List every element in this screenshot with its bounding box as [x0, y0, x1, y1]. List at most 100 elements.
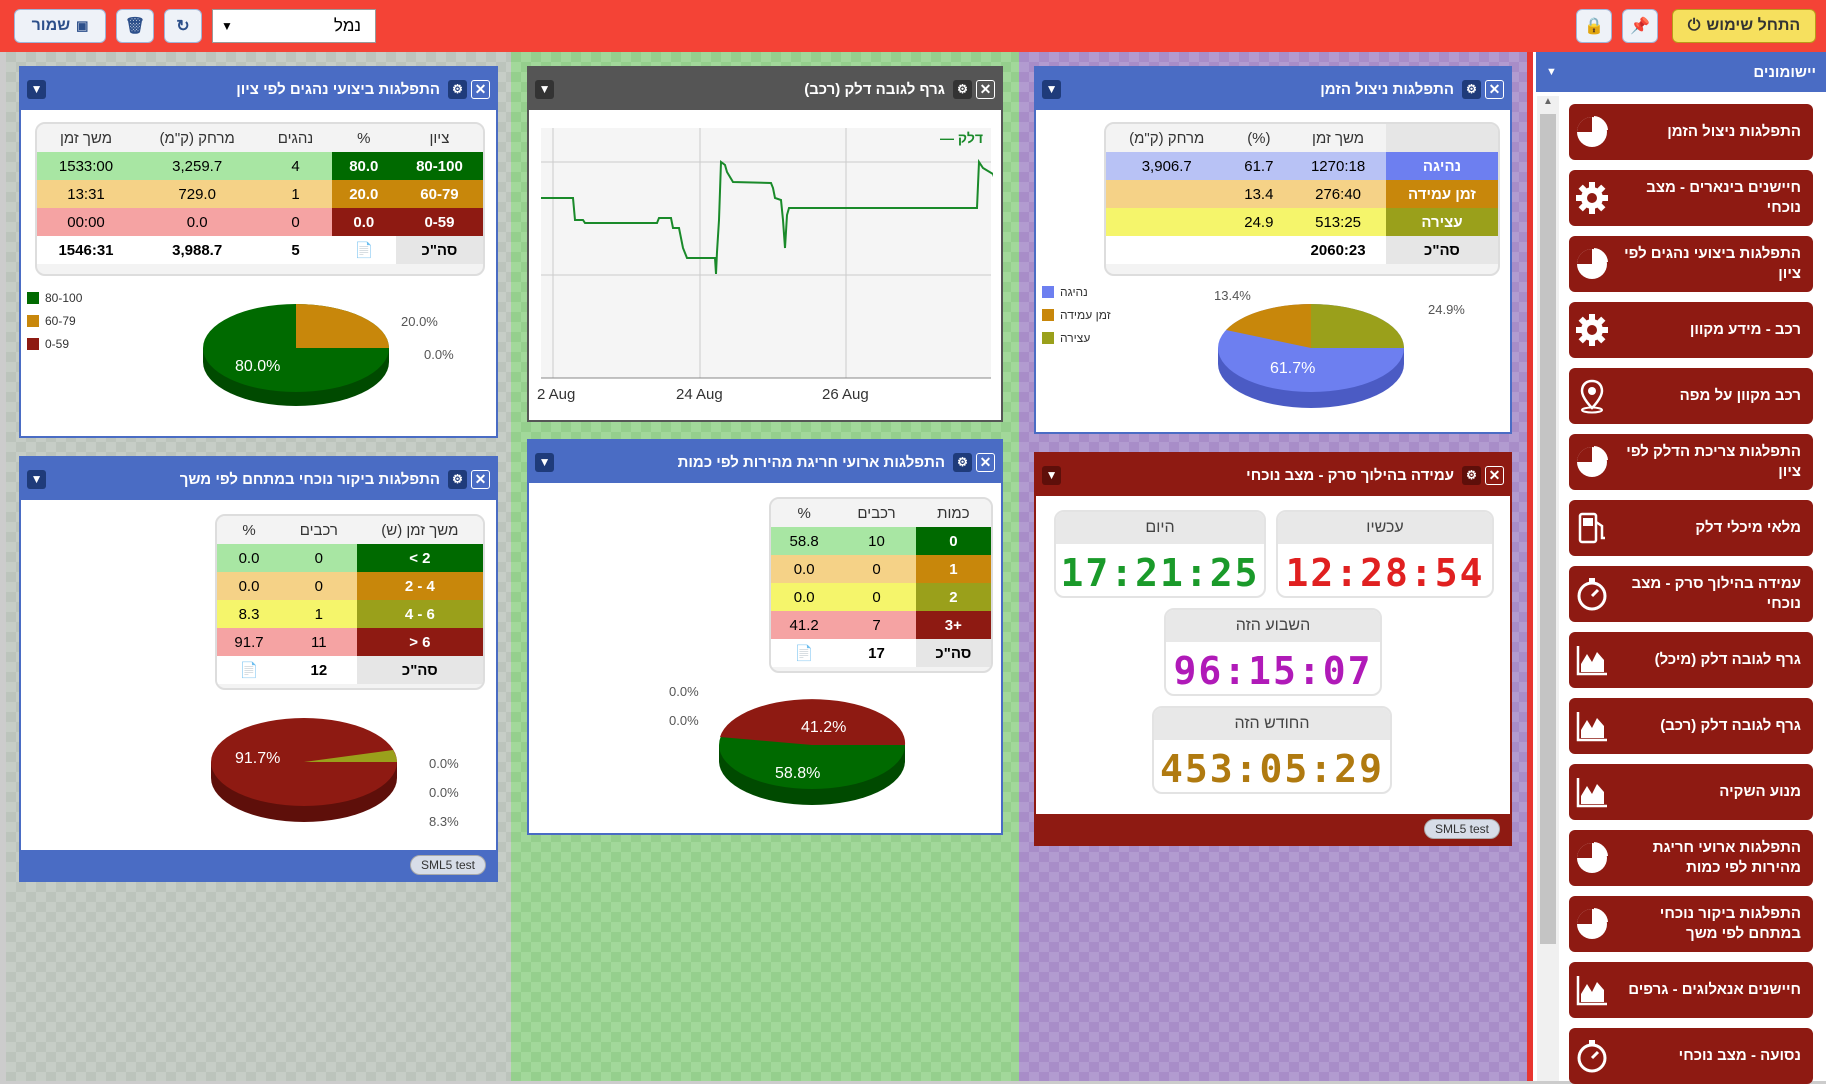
app-button[interactable]: התפלגות ביצועי נהגים לפי ציון: [1569, 236, 1813, 292]
gear-icon[interactable]: ⚙: [953, 452, 972, 472]
cell: 5: [259, 236, 332, 264]
delete-button[interactable]: 🗑: [116, 9, 154, 43]
clock-label: השבוע הזה: [1166, 610, 1380, 642]
cell: 276:40: [1290, 180, 1386, 208]
chevron-down-icon[interactable]: ▼: [1042, 79, 1061, 99]
app-button[interactable]: עמידה בהילוך סרק - מצב נוכחי: [1569, 566, 1813, 622]
cell: 0.0: [771, 583, 838, 611]
app-button[interactable]: מלאי מיכלי דלק: [1569, 500, 1813, 556]
refresh-button[interactable]: ↻: [164, 9, 202, 43]
cell: נהיגה: [1385, 152, 1498, 180]
close-icon[interactable]: ✕: [1485, 465, 1504, 485]
start-use-label: התחל שימוש: [1706, 17, 1801, 34]
cell: 61.7: [1227, 152, 1291, 180]
cell: עצירה: [1385, 208, 1498, 236]
cell: 0.0: [771, 555, 838, 583]
pie-label: 8.3%: [429, 814, 459, 829]
pie-chart-icon: [1569, 901, 1615, 947]
time-table: משך זמן (%) מרחק (ק"מ) נהיגה 1270:18 61.…: [1104, 122, 1500, 276]
report-icon[interactable]: 📄: [217, 656, 281, 684]
cell: 0.0: [331, 208, 396, 236]
start-use-button[interactable]: ⏻ התחל שימוש: [1672, 9, 1816, 43]
app-button[interactable]: התפלגות ביקור נוכחי במתחם לפי משך: [1569, 896, 1813, 952]
area-chart-icon: [1569, 637, 1615, 683]
report-icon[interactable]: 📄: [331, 236, 396, 264]
widget-footer: SML5 test: [21, 850, 496, 880]
gear-icon[interactable]: ⚙: [1462, 465, 1481, 485]
cell: 0: [281, 544, 357, 572]
column-header: %: [331, 124, 396, 152]
gear-icon[interactable]: ⚙: [1462, 79, 1481, 99]
app-button[interactable]: התפלגות צריכת הדלק לפי ציון: [1569, 434, 1813, 490]
app-button[interactable]: גרף לגובה דלק (מיכל): [1569, 632, 1813, 688]
cell: 80-100: [395, 152, 483, 180]
app-button[interactable]: מנוע השקיה: [1569, 764, 1813, 820]
time-pie-chart: [1218, 303, 1404, 408]
close-icon[interactable]: ✕: [976, 79, 995, 99]
cell: 13:31: [37, 180, 136, 208]
scroll-up-arrow[interactable]: ▲: [1537, 96, 1559, 112]
speeding-pie-chart: [719, 699, 906, 805]
cell: [1227, 236, 1291, 264]
cell: 729.0: [135, 180, 260, 208]
profile-select[interactable]: ▼ נמל: [212, 9, 376, 43]
save-label: שמור: [31, 17, 71, 34]
pie-label: 61.7%: [1270, 360, 1316, 377]
app-button[interactable]: רכב מקוון על מפה: [1569, 368, 1813, 424]
apps-scrollbar[interactable]: ▲: [1537, 96, 1559, 1081]
table-row: 80-100 80.0 4 3,259.7 1533:00: [37, 152, 483, 180]
widget-title: גרף לגובה דלק (רכב): [804, 80, 945, 98]
cell: [1106, 208, 1228, 236]
apps-panel-header[interactable]: יישומונים ▼: [1536, 52, 1826, 92]
cell: 0: [259, 208, 332, 236]
chevron-down-icon[interactable]: ▼: [27, 469, 46, 489]
pie-chart-icon: [1569, 439, 1615, 485]
report-icon[interactable]: 📄: [771, 639, 838, 667]
close-icon[interactable]: ✕: [471, 79, 490, 99]
widget-header: ✕ ⚙ עמידה בהילוך סרק - מצב נוכחי ▼: [1036, 454, 1510, 496]
pie-label: 24.9%: [1428, 302, 1465, 317]
chevron-down-icon: ▼: [221, 19, 233, 33]
app-button-label: רכב - מידע מקוון: [1689, 321, 1801, 338]
cell: 0.0: [135, 208, 260, 236]
total-row: סה"כ 17 📄: [771, 639, 991, 667]
legend-item: 80-100: [27, 286, 82, 309]
pie-label: 0.0%: [429, 756, 459, 771]
app-button[interactable]: חיישנים בינארים - מצב נוכחי: [1569, 170, 1813, 226]
cell: [1106, 236, 1228, 264]
pie-label: 0.0%: [669, 713, 699, 728]
chevron-down-icon[interactable]: ▼: [27, 79, 46, 99]
app-button[interactable]: התפלגות ניצול הזמן: [1569, 104, 1813, 160]
pin-button[interactable]: 📌: [1622, 9, 1658, 43]
save-button[interactable]: שמור ▣: [14, 9, 106, 43]
pie-label: 0.0%: [669, 684, 699, 699]
cell: 91.7: [217, 628, 281, 656]
cell: 00:00: [37, 208, 136, 236]
pie-chart-icon: [1569, 109, 1615, 155]
close-icon[interactable]: ✕: [471, 469, 490, 489]
chevron-down-icon[interactable]: ▼: [535, 79, 554, 99]
clock-month: החודש הזה 453:05:29: [1152, 706, 1392, 794]
table-row: 6 - 4 1 8.3: [217, 600, 483, 628]
close-icon[interactable]: ✕: [976, 452, 995, 472]
gear-icon[interactable]: ⚙: [448, 469, 467, 489]
app-button-label: גרף לגובה דלק (מיכל): [1654, 651, 1801, 668]
cell: 0: [915, 527, 991, 555]
app-button[interactable]: חיישנים אנאלוגים - גרפים: [1569, 962, 1813, 1018]
chevron-down-icon[interactable]: ▼: [1042, 465, 1061, 485]
app-button[interactable]: גרף לגובה דלק (רכב): [1569, 698, 1813, 754]
lock-button[interactable]: 🔒: [1576, 9, 1612, 43]
cell: 8.3: [217, 600, 281, 628]
gear-icon[interactable]: ⚙: [448, 79, 467, 99]
close-icon[interactable]: ✕: [1485, 79, 1504, 99]
widget-title: התפלגות ביצועי נהגים לפי ציון: [236, 80, 440, 98]
cell: 1533:00: [37, 152, 136, 180]
gear-icon[interactable]: ⚙: [953, 79, 972, 99]
app-button[interactable]: התפלגות ארועי חריגת מהירות לפי כמות: [1569, 830, 1813, 886]
app-button[interactable]: רכב - מידע מקוון: [1569, 302, 1813, 358]
scrollbar-thumb[interactable]: [1540, 114, 1556, 944]
cell: 58.8: [771, 527, 838, 555]
legend-item: עצירה: [1042, 326, 1111, 349]
app-button[interactable]: נסועה - מצב נוכחי: [1569, 1028, 1813, 1084]
chevron-down-icon[interactable]: ▼: [535, 452, 554, 472]
